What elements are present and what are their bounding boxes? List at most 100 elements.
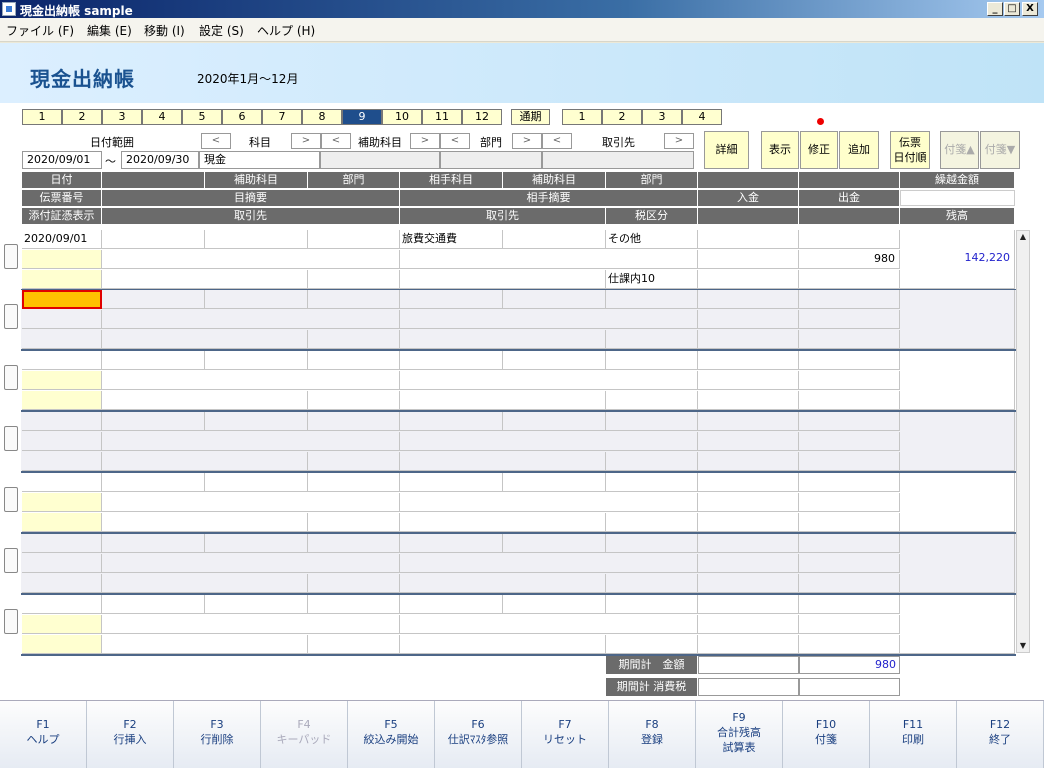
grid-cell[interactable] [503, 473, 606, 492]
grid-cell[interactable] [102, 554, 400, 573]
menu-file[interactable]: ファイル (F) [6, 22, 74, 39]
menu-move[interactable]: 移動 (I) [144, 22, 185, 39]
grid-cell[interactable] [698, 432, 799, 451]
grid-cell[interactable] [503, 230, 606, 249]
grid-cell[interactable] [503, 595, 606, 614]
grid-cell[interactable] [799, 473, 900, 492]
grid-cell[interactable] [698, 635, 799, 654]
maximize-button[interactable]: □ [1004, 2, 1020, 16]
grid-cell[interactable] [102, 432, 400, 451]
date-to-field[interactable]: 2020/09/30 [121, 151, 199, 169]
grid-cell[interactable] [799, 534, 900, 553]
grid-cell[interactable] [102, 574, 308, 593]
grid-cell[interactable] [698, 452, 799, 471]
detail-button[interactable]: 詳細 [704, 131, 749, 169]
grid-cell[interactable] [503, 534, 606, 553]
tab-quarter-2[interactable]: 2 [602, 109, 642, 125]
grid-cell[interactable] [22, 310, 102, 329]
grid-cell[interactable] [400, 554, 698, 573]
grid-cell[interactable] [400, 270, 606, 289]
grid-cell[interactable] [400, 635, 606, 654]
tab-quarter-4[interactable]: 4 [682, 109, 722, 125]
tab-cumulative[interactable]: 通期 [511, 109, 550, 125]
grid-cell[interactable] [205, 290, 308, 309]
fkey-f11-button[interactable]: F11 印刷 [870, 701, 957, 768]
grid-cell[interactable] [205, 230, 308, 249]
grid-cell[interactable] [102, 513, 308, 532]
row-handle[interactable] [4, 304, 18, 329]
grid-cell[interactable] [799, 432, 900, 451]
account-prev-button[interactable]: < [201, 133, 231, 149]
grid-cell[interactable] [400, 432, 698, 451]
tag-down-button[interactable]: 付箋▼ [980, 131, 1020, 169]
grid-cell[interactable] [205, 534, 308, 553]
grid-cell[interactable] [799, 351, 900, 370]
fkey-f9-button[interactable]: F9 合計残高 試算表 [696, 701, 783, 768]
tab-quarter-1[interactable]: 1 [562, 109, 602, 125]
grid-cell[interactable] [698, 534, 799, 553]
grid-cell[interactable] [102, 534, 205, 553]
grid-cell[interactable] [606, 635, 698, 654]
fkey-f5-button[interactable]: F5 絞込み開始 [348, 701, 435, 768]
partner-prev-button[interactable]: < [542, 133, 572, 149]
tab-month-11[interactable]: 11 [422, 109, 462, 125]
grid-cell[interactable] [400, 513, 606, 532]
grid-cell[interactable] [308, 351, 400, 370]
dept-prev-button[interactable]: < [440, 133, 470, 149]
grid-cell[interactable] [102, 230, 205, 249]
grid-cell[interactable] [22, 250, 102, 269]
grid-cell[interactable] [102, 330, 308, 349]
row-handle[interactable] [4, 487, 18, 512]
grid-cell[interactable] [308, 391, 400, 410]
grid-cell[interactable] [400, 615, 698, 634]
grid-cell[interactable] [308, 290, 400, 309]
grid-cell[interactable] [698, 230, 799, 249]
grid-cell[interactable] [308, 595, 400, 614]
account-field[interactable]: 現金 [199, 151, 320, 169]
dept-next-button[interactable]: > [512, 133, 542, 149]
grid-cell[interactable] [22, 391, 102, 410]
grid-cell[interactable] [102, 250, 400, 269]
grid-cell[interactable] [22, 595, 102, 614]
tab-month-5[interactable]: 5 [182, 109, 222, 125]
grid-cell[interactable] [606, 534, 698, 553]
grid-cell[interactable] [102, 270, 308, 289]
grid-cell[interactable] [102, 371, 400, 390]
grid-cell[interactable] [698, 493, 799, 512]
grid-cell[interactable] [606, 452, 698, 471]
grid-cell[interactable] [205, 351, 308, 370]
grid-cell[interactable] [400, 290, 503, 309]
grid-cell[interactable] [400, 250, 698, 269]
grid-cell[interactable] [799, 554, 900, 573]
row-handle[interactable] [4, 244, 18, 269]
grid-cell[interactable] [606, 513, 698, 532]
grid-cell[interactable] [503, 412, 606, 431]
grid-cell[interactable] [22, 270, 102, 289]
grid-cell[interactable] [698, 330, 799, 349]
tab-month-4[interactable]: 4 [142, 109, 182, 125]
grid-cell[interactable] [606, 290, 698, 309]
grid-cell[interactable] [698, 595, 799, 614]
date-from-field[interactable]: 2020/09/01 [22, 151, 102, 169]
dept-field[interactable] [440, 151, 542, 169]
grid-cell[interactable] [400, 310, 698, 329]
tab-month-2[interactable]: 2 [62, 109, 102, 125]
grid-cell[interactable] [102, 452, 308, 471]
grid-cell[interactable] [698, 554, 799, 573]
tab-quarter-3[interactable]: 3 [642, 109, 682, 125]
grid-cell[interactable] [799, 310, 900, 329]
grid-cell[interactable] [22, 615, 102, 634]
grid-cell[interactable] [799, 595, 900, 614]
fkey-f12-button[interactable]: F12 終了 [957, 701, 1044, 768]
grid-cell[interactable] [400, 330, 606, 349]
grid-cell[interactable] [400, 371, 698, 390]
minimize-button[interactable]: _ [987, 2, 1003, 16]
grid-cell[interactable] [400, 391, 606, 410]
grid-cell[interactable] [799, 230, 900, 249]
grid-cell[interactable] [698, 412, 799, 431]
grid-cell[interactable] [698, 310, 799, 329]
row-handle[interactable] [4, 365, 18, 390]
grid-cell[interactable] [698, 615, 799, 634]
row-handle[interactable] [4, 548, 18, 573]
grid-cell[interactable] [698, 351, 799, 370]
